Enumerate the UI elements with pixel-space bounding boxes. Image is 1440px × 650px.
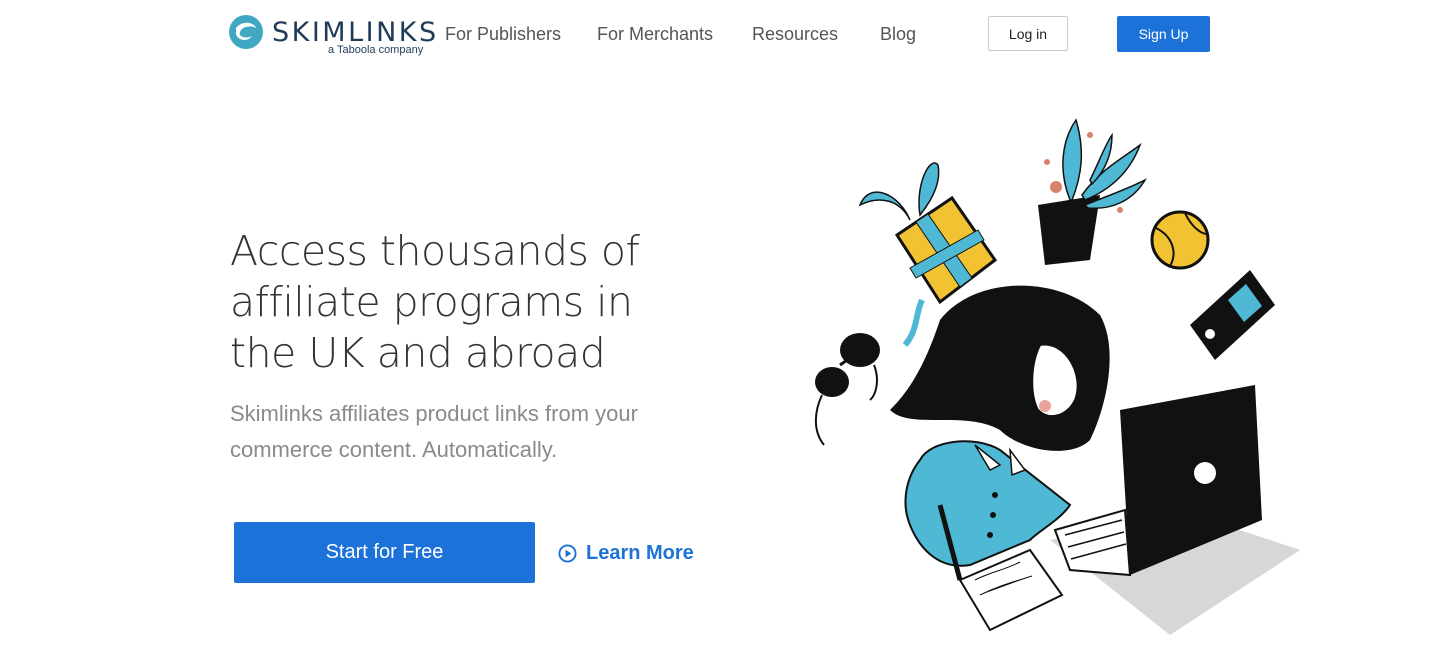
plant-pot-icon: [1038, 118, 1148, 265]
site-header: SKIMLINKS a Taboola company For Publishe…: [0, 0, 1440, 70]
skimlinks-logo-icon: [229, 15, 263, 49]
logo-tagline: a Taboola company: [328, 44, 424, 56]
hero-title: Access thousands of affiliate programs i…: [230, 227, 640, 377]
play-circle-icon: [558, 543, 577, 563]
nav-for-merchants[interactable]: For Merchants: [597, 24, 713, 45]
hero-subtitle: Skimlinks affiliates product links from …: [230, 401, 638, 462]
skimlinks-logo[interactable]: SKIMLINKS a Taboola company: [228, 14, 436, 60]
login-button[interactable]: Log in: [988, 16, 1068, 51]
tennis-ball-icon: [1150, 210, 1210, 270]
learn-more-label: Learn More: [586, 541, 694, 564]
sunglasses-icon: [814, 333, 880, 446]
nav-resources[interactable]: Resources: [752, 24, 838, 45]
woman-working-on-laptop-illustration: [814, 118, 1300, 635]
smartphone-icon: [1190, 270, 1275, 360]
start-for-free-button[interactable]: Start for Free: [234, 522, 535, 583]
signup-button[interactable]: Sign Up: [1117, 16, 1210, 52]
nav-blog[interactable]: Blog: [880, 24, 916, 45]
nav-for-publishers[interactable]: For Publishers: [445, 24, 561, 45]
learn-more-link[interactable]: Learn More: [558, 540, 694, 566]
